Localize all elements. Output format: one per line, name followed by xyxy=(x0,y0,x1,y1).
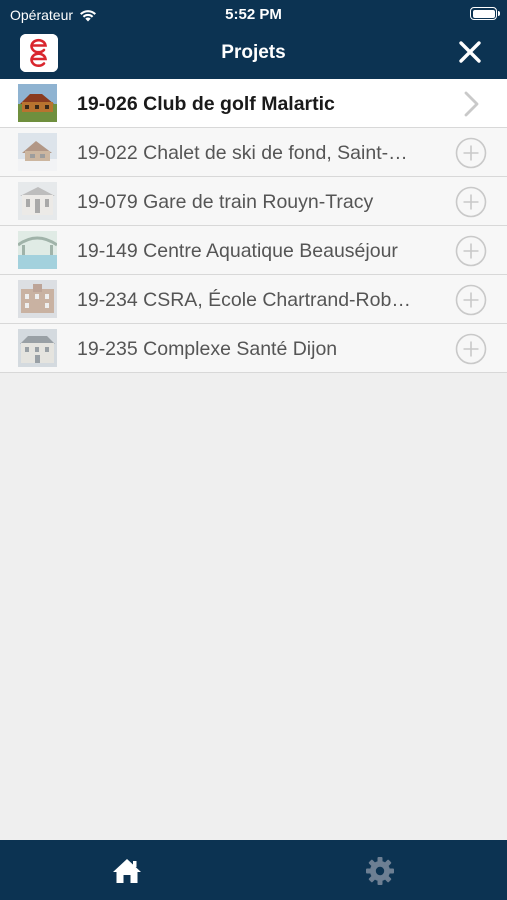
status-bar: Opérateur 5:52 PM xyxy=(0,0,507,28)
project-list: 19-026 Club de golf Malartic 19-022 Chal… xyxy=(0,79,507,373)
open-project-button[interactable] xyxy=(455,88,487,120)
home-icon xyxy=(113,859,141,883)
nav-bar: Projets xyxy=(0,28,507,79)
close-icon xyxy=(459,41,481,63)
project-label: 19-149 Centre Aquatique Beauséjour xyxy=(77,240,398,262)
add-circle-icon xyxy=(455,284,487,316)
project-thumbnail xyxy=(18,133,57,171)
add-project-button[interactable] xyxy=(455,137,487,169)
add-project-button[interactable] xyxy=(455,186,487,218)
project-thumbnail xyxy=(18,182,57,220)
chevron-right-icon xyxy=(464,91,479,117)
project-label: 19-026 Club de golf Malartic xyxy=(77,93,335,115)
tab-bar xyxy=(0,840,507,900)
project-thumbnail xyxy=(18,84,57,122)
page-title: Projets xyxy=(221,42,286,63)
project-row[interactable]: 19-234 CSRA, École Chartrand-Rob… xyxy=(0,275,507,324)
project-thumbnail xyxy=(18,231,57,269)
add-circle-icon xyxy=(455,137,487,169)
project-row[interactable]: 19-022 Chalet de ski de fond, Saint-… xyxy=(0,128,507,177)
status-time: 5:52 PM xyxy=(225,6,282,23)
add-circle-icon xyxy=(455,186,487,218)
add-project-button[interactable] xyxy=(455,333,487,365)
project-row[interactable]: 19-079 Gare de train Rouyn-Tracy xyxy=(0,177,507,226)
project-row[interactable]: 19-235 Complexe Santé Dijon xyxy=(0,324,507,373)
project-label: 19-235 Complexe Santé Dijon xyxy=(77,338,338,360)
project-row[interactable]: 19-149 Centre Aquatique Beauséjour xyxy=(0,226,507,275)
project-label: 19-234 CSRA, École Chartrand-Rob… xyxy=(77,289,411,311)
project-thumbnail xyxy=(18,329,57,367)
project-row[interactable]: 19-026 Club de golf Malartic xyxy=(0,79,507,128)
add-project-button[interactable] xyxy=(455,235,487,267)
tab-settings[interactable] xyxy=(364,855,396,887)
close-button[interactable] xyxy=(457,39,483,65)
battery-icon xyxy=(470,7,500,20)
gear-icon xyxy=(366,857,394,885)
add-project-button[interactable] xyxy=(455,284,487,316)
top-bar: Opérateur 5:52 PM Projets xyxy=(0,0,507,79)
add-circle-icon xyxy=(455,235,487,267)
project-label: 19-022 Chalet de ski de fond, Saint-… xyxy=(77,142,408,164)
project-thumbnail xyxy=(18,280,57,318)
project-label: 19-079 Gare de train Rouyn-Tracy xyxy=(77,191,374,213)
add-circle-icon xyxy=(455,333,487,365)
tab-home[interactable] xyxy=(111,855,143,887)
